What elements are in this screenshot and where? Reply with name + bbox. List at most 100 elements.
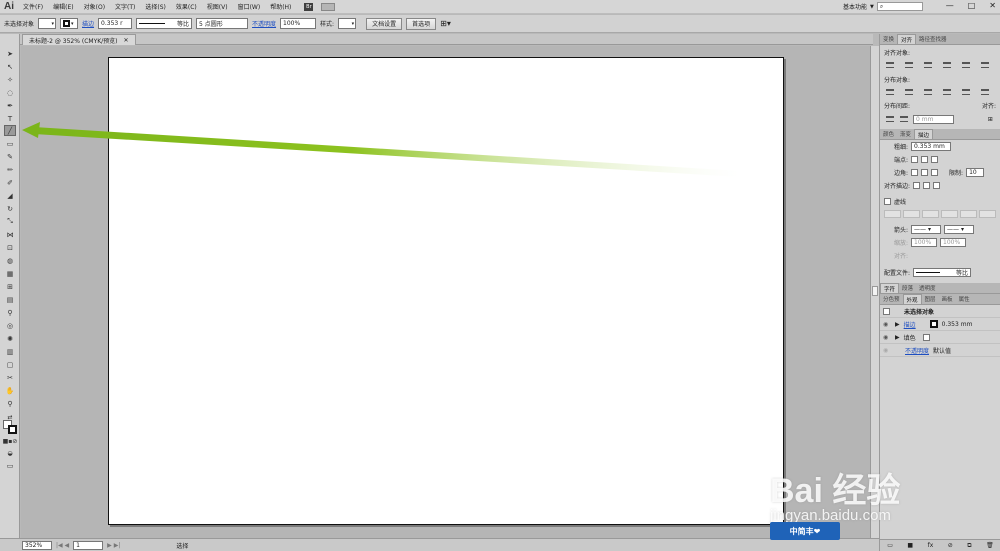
- next-page-icon[interactable]: ▶ ▶|: [107, 542, 120, 549]
- align-to-selection-icon[interactable]: ⊞: [985, 114, 997, 124]
- tab-attributes[interactable]: 属性: [956, 294, 973, 304]
- appearance-panel-tabs: 分色预 外观 图层 画板 属性: [880, 294, 1000, 305]
- scrollbar-thumb[interactable]: [872, 286, 878, 296]
- align-vcenter-icon[interactable]: [960, 60, 972, 70]
- page-value: 1: [76, 541, 80, 549]
- round-join-icon[interactable]: [921, 169, 929, 176]
- profile-label: 配置文件:: [884, 270, 911, 277]
- align-to-label: 对齐:: [981, 103, 996, 110]
- visibility-eye-icon[interactable]: ◉: [883, 347, 891, 354]
- watermark-logo-text: Bai 经验: [770, 472, 901, 510]
- expand-triangle-icon[interactable]: ▶: [895, 321, 900, 328]
- align-panel-tabs: 变换 对齐 路径查找器: [880, 34, 1000, 45]
- weight-field[interactable]: 0.353 mm: [911, 142, 952, 151]
- end-scale-value: 100%: [943, 239, 961, 246]
- tab-layers[interactable]: 图层: [922, 294, 939, 304]
- start-arrowhead-select[interactable]: —— ▾: [911, 225, 942, 234]
- distribute-hcenter-icon[interactable]: [960, 87, 972, 97]
- add-fill-icon[interactable]: ■: [907, 542, 913, 549]
- appearance-panel-footer: ▭ ■ fx ⊘ ⧉ 🗑: [880, 539, 1000, 551]
- align-top-icon[interactable]: [941, 60, 953, 70]
- tab-appearance[interactable]: 外观: [902, 294, 922, 304]
- dash-gap-fields: [880, 208, 1000, 220]
- gap-field-1[interactable]: [903, 210, 920, 218]
- add-stroke-icon[interactable]: ▭: [887, 542, 893, 549]
- bevel-join-icon[interactable]: [931, 169, 939, 176]
- limit-field[interactable]: 10: [966, 168, 985, 177]
- gap-field-2[interactable]: [941, 210, 958, 218]
- align-stroke-center-icon[interactable]: [913, 182, 921, 189]
- dashed-line-checkbox[interactable]: [884, 198, 891, 205]
- distribute-spacing-label: 分布间距:: [884, 103, 911, 110]
- appearance-stroke-link[interactable]: 描边: [904, 320, 916, 329]
- tab-separations-preview[interactable]: 分色预: [880, 294, 903, 304]
- dash-field-2[interactable]: [922, 210, 939, 218]
- appearance-stroke-row[interactable]: ◉ ▶ 描边 0.353 mm: [880, 318, 1000, 331]
- status-bar: 352% |◀ ◀ 1 ▶ ▶| 选择: [0, 538, 880, 551]
- end-scale-field[interactable]: 100%: [940, 238, 967, 247]
- visibility-eye-icon[interactable]: ◉: [883, 334, 891, 341]
- add-effect-icon[interactable]: fx: [928, 542, 934, 549]
- butt-cap-icon[interactable]: [911, 156, 919, 163]
- limit-value: 10: [969, 169, 977, 176]
- appearance-fill-row[interactable]: ◉ ▶ 填色: [880, 331, 1000, 344]
- expand-triangle-icon[interactable]: ▶: [895, 334, 900, 341]
- tab-align[interactable]: 对齐: [897, 34, 917, 44]
- dash-field-3[interactable]: [960, 210, 977, 218]
- character-panel-tabs: 字符 段落 透明度: [880, 283, 1000, 294]
- first-page-icon[interactable]: |◀ ◀: [56, 542, 69, 549]
- end-arrowhead-select[interactable]: —— ▾: [944, 225, 975, 234]
- zoom-value: 352%: [25, 541, 43, 549]
- align-right-icon[interactable]: [922, 60, 934, 70]
- distribute-right-icon[interactable]: [979, 87, 991, 97]
- dash-field-1[interactable]: [884, 210, 901, 218]
- start-scale-value: 100%: [914, 239, 932, 246]
- fill-swatch-small[interactable]: [922, 333, 930, 341]
- start-scale-field[interactable]: 100%: [911, 238, 938, 247]
- weight-label: 粗细:: [894, 144, 909, 151]
- tab-transparency[interactable]: 透明度: [916, 283, 939, 293]
- dashed-line-label: 虚线: [894, 199, 907, 206]
- profile-select[interactable]: 等比: [913, 268, 972, 277]
- distribute-vspace-icon[interactable]: [884, 114, 896, 124]
- stroke-panel-tabs: 颜色 渐变 描边: [880, 129, 1000, 140]
- tab-artboards[interactable]: 画板: [939, 294, 956, 304]
- align-hcenter-icon[interactable]: [903, 60, 915, 70]
- weight-value: 0.353 mm: [914, 143, 945, 150]
- gap-field-3[interactable]: [979, 210, 996, 218]
- distribute-top-icon[interactable]: [884, 87, 896, 97]
- square-cap-icon[interactable]: [931, 156, 939, 163]
- tab-gradient[interactable]: 渐变: [897, 129, 914, 139]
- distribute-bottom-icon[interactable]: [922, 87, 934, 97]
- miter-join-icon[interactable]: [911, 169, 919, 176]
- tab-color[interactable]: 颜色: [880, 129, 897, 139]
- align-stroke-inside-icon[interactable]: [923, 182, 931, 189]
- align-bottom-icon[interactable]: [979, 60, 991, 70]
- distribute-objects-row: [880, 85, 1000, 99]
- distribute-left-icon[interactable]: [941, 87, 953, 97]
- tab-character[interactable]: 字符: [880, 283, 900, 293]
- align-left-icon[interactable]: [884, 60, 896, 70]
- appearance-opacity-value: 默认值: [933, 347, 952, 355]
- appearance-opacity-link[interactable]: 不透明度: [905, 346, 929, 355]
- appearance-title: 未选择对象: [904, 308, 935, 316]
- delete-icon[interactable]: 🗑: [986, 542, 994, 549]
- stroke-swatch-small[interactable]: [929, 320, 938, 328]
- appearance-opacity-row[interactable]: ◉ 不透明度 默认值: [880, 344, 1000, 357]
- arrowhead-label: 箭头:: [894, 227, 909, 234]
- tab-stroke[interactable]: 描边: [914, 129, 934, 139]
- distribute-hspace-icon[interactable]: [899, 114, 911, 124]
- visibility-eye-icon[interactable]: ◉: [883, 321, 891, 328]
- align-stroke-outside-icon[interactable]: [933, 182, 941, 189]
- page-field[interactable]: 1: [73, 540, 104, 550]
- arrow-shaft: [34, 127, 740, 177]
- round-cap-icon[interactable]: [921, 156, 929, 163]
- spacing-field[interactable]: 0 mm: [913, 114, 954, 124]
- duplicate-item-icon[interactable]: ⧉: [967, 542, 971, 550]
- distribute-vcenter-icon[interactable]: [903, 87, 915, 97]
- tab-pathfinder[interactable]: 路径查找器: [916, 34, 950, 44]
- tab-transform[interactable]: 变换: [880, 34, 897, 44]
- clear-appearance-icon[interactable]: ⊘: [948, 542, 953, 549]
- tab-paragraph[interactable]: 段落: [899, 283, 916, 293]
- zoom-field[interactable]: 352%: [22, 540, 52, 550]
